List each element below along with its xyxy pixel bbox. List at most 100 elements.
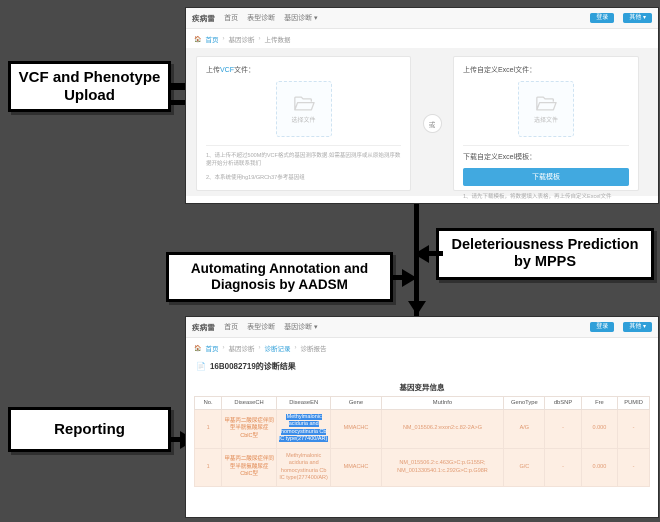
login-button[interactable]: 登录 bbox=[590, 13, 615, 23]
report-breadcrumb: 🏠 首页 › 基因诊断 › 诊断记录 › 诊断报告 bbox=[186, 338, 658, 357]
cell-diseasech: 甲基丙二酸尿症伴同型半胱氨酸尿症CblC型 bbox=[221, 447, 277, 488]
callout-reporting: Reporting bbox=[8, 407, 171, 452]
cell-no: 1 bbox=[193, 447, 223, 488]
breadcrumb-item-gene-diagnosis[interactable]: 基因诊断 bbox=[228, 343, 254, 353]
nav-item-gene-diagnosis[interactable]: 基因诊断 ▾ bbox=[284, 13, 317, 23]
report-browser-window: 疾病雷 首页 表型诊断 基因诊断 ▾ 登录 其他 ▾ 🏠 首页 › 基因诊断 ›… bbox=[186, 317, 658, 517]
breadcrumb-item-home[interactable]: 首页 bbox=[205, 343, 218, 353]
cell-dbsnp: - bbox=[544, 447, 582, 488]
folder-open-icon bbox=[293, 95, 315, 111]
brand-logo[interactable]: 疾病雷 bbox=[192, 13, 215, 24]
breadcrumb-separator: › bbox=[258, 36, 261, 42]
excel-note-1: 1、请先下载模板，将数据填入表格，再上传自定义Excel文件 bbox=[463, 194, 612, 200]
excel-dropzone-label: 选择文件 bbox=[533, 117, 558, 124]
vcf-label-highlight: VCF bbox=[220, 67, 234, 74]
page-title: 16B0082719的诊断结果 bbox=[209, 362, 296, 371]
cell-pumid: - bbox=[617, 409, 650, 449]
gene-variant-table: No. DiseaseCH DiseaseEN Gene MutInfo Gen… bbox=[193, 396, 650, 488]
or-label: 或 bbox=[422, 114, 442, 133]
callout-vcf-phenotype-upload: VCF and Phenotype Upload bbox=[8, 61, 171, 112]
column-header-gene[interactable]: Gene bbox=[330, 396, 382, 410]
excel-dropzone[interactable]: 选择文件 bbox=[518, 81, 574, 137]
callout-aadsm-label: Automating Annotation and Diagnosis by A… bbox=[190, 261, 369, 292]
other-menu-button[interactable]: 其他 ▾ bbox=[623, 322, 652, 332]
column-header-diseasech[interactable]: DiseaseCH bbox=[221, 396, 277, 410]
cell-gene: MMACHC bbox=[330, 409, 382, 449]
vcf-dropzone[interactable]: 选择文件 bbox=[275, 81, 332, 137]
vcf-note-1: 1、请上传不超过500M的VCF格式的基因测序数据.如需基因测序或从原始测序数据… bbox=[206, 153, 401, 168]
callout-mpps-label: Deleteriousness Prediction by MPPS bbox=[451, 237, 639, 270]
breadcrumb-item-upload-data: 上传数据 bbox=[264, 37, 291, 44]
report-page-body: 📄 16B0082719的诊断结果 基因变异信息 No. DiseaseCH D… bbox=[186, 361, 658, 488]
cell-genotype: A/G bbox=[503, 409, 546, 449]
excel-panel-divider bbox=[463, 145, 629, 146]
cell-pumid: - bbox=[617, 447, 650, 488]
breadcrumb-separator: › bbox=[222, 36, 225, 42]
upload-browser-window: 疾病雷 首页 表型诊断 基因诊断 ▾ 登录 其他 ▾ 🏠 首页 › 基因诊断 ›… bbox=[186, 8, 658, 203]
vcf-label-suffix: 文件： bbox=[234, 67, 255, 74]
download-template-button[interactable]: 下载模板 bbox=[463, 168, 629, 186]
document-icon: 📄 bbox=[196, 362, 206, 371]
column-header-no[interactable]: No. bbox=[193, 396, 223, 410]
column-header-dbsnp[interactable]: dbSNP bbox=[544, 396, 582, 410]
callout-aadsm: Automating Annotation and Diagnosis by A… bbox=[166, 252, 393, 302]
login-button[interactable]: 登录 bbox=[590, 322, 615, 332]
vcf-panel-divider bbox=[206, 145, 401, 146]
cell-diseaseen[interactable]: Methylmalonic aciduria and homocystinuri… bbox=[275, 409, 332, 449]
table-header-row: No. DiseaseCH DiseaseEN Gene MutInfo Gen… bbox=[193, 396, 650, 410]
upload-breadcrumb: 🏠 首页 › 基因诊断 › 上传数据 bbox=[186, 29, 658, 48]
cell-diseasech: 甲基丙二酸尿症伴同型半胱氨酸尿症CblC型 bbox=[221, 409, 277, 449]
excel-template-label: 下载自定义Excel模板： bbox=[463, 154, 537, 161]
breadcrumb-item-home[interactable]: 首页 bbox=[205, 34, 218, 44]
breadcrumb-separator: › bbox=[258, 345, 261, 351]
nav-item-home[interactable]: 首页 bbox=[224, 13, 238, 23]
cell-dbsnp: - bbox=[544, 409, 582, 449]
callout-upload-label: VCF and Phenotype Upload bbox=[18, 69, 161, 104]
breadcrumb-separator: › bbox=[222, 345, 225, 351]
report-title-row: 📄 16B0082719的诊断结果 bbox=[196, 361, 650, 372]
or-separator: 或 bbox=[415, 56, 449, 191]
nav-item-phenotype-diagnosis[interactable]: 表型诊断 bbox=[247, 322, 275, 332]
other-menu-button[interactable]: 其他 ▾ bbox=[623, 13, 652, 23]
arrow-to-report-shaft bbox=[414, 303, 419, 317]
cell-no: 1 bbox=[193, 409, 223, 449]
report-navbar: 疾病雷 首页 表型诊断 基因诊断 ▾ 登录 其他 ▾ bbox=[186, 317, 658, 338]
column-header-genotype[interactable]: GenoType bbox=[503, 396, 546, 410]
breadcrumb-item-diagnosis-report: 诊断报告 bbox=[300, 346, 327, 353]
cell-mutinfo: NM_015506.2:exon2:c.82-2A>G bbox=[380, 409, 505, 449]
folder-open-icon bbox=[536, 95, 557, 111]
column-header-pumid[interactable]: PUMID bbox=[617, 396, 650, 410]
home-icon: 🏠 bbox=[194, 345, 202, 352]
cell-fre: 0.000 bbox=[580, 409, 619, 449]
vcf-upload-label: 上传VCF文件： bbox=[206, 65, 401, 75]
table-row[interactable]: 1 甲基丙二酸尿症伴同型半胱氨酸尿症CblC型 Methylmalonic ac… bbox=[193, 447, 650, 488]
excel-upload-panel: 上传自定义Excel文件： 选择文件 下载自定义Excel模板： 下载模板 1、… bbox=[453, 56, 639, 200]
breadcrumb-item-diagnosis-records[interactable]: 诊断记录 bbox=[264, 343, 290, 353]
selected-text: Methylmalonic aciduria and homocystinuri… bbox=[279, 414, 329, 443]
table-row[interactable]: 1 甲基丙二酸尿症伴同型半胱氨酸尿症CblC型 Methylmalonic ac… bbox=[193, 409, 650, 449]
cell-diseaseen: Methylmalonic aciduria and homocystinuri… bbox=[275, 447, 332, 488]
column-header-mutinfo[interactable]: MutInfo bbox=[380, 396, 505, 410]
nav-item-gene-diagnosis[interactable]: 基因诊断 ▾ bbox=[284, 322, 317, 332]
cell-genotype: G/C bbox=[503, 447, 546, 488]
callout-mpps: Deleteriousness Prediction by MPPS bbox=[436, 228, 654, 280]
vcf-note-2: 2、本系统使用hg19/GRCh37参考基因组 bbox=[206, 174, 305, 181]
brand-logo[interactable]: 疾病雷 bbox=[192, 322, 215, 333]
arrow-aadsm-head bbox=[402, 269, 417, 287]
arrow-mpps-shaft bbox=[429, 251, 443, 256]
column-header-fre[interactable]: Fre bbox=[580, 396, 619, 410]
cell-gene: MMACHC bbox=[330, 447, 382, 488]
arrow-mpps-head bbox=[414, 245, 429, 263]
callout-reporting-label: Reporting bbox=[54, 420, 125, 438]
excel-upload-label: 上传自定义Excel文件： bbox=[463, 67, 537, 74]
cell-fre: 0.000 bbox=[580, 447, 619, 488]
column-header-diseaseen[interactable]: DiseaseEN bbox=[275, 396, 332, 410]
vcf-upload-panel: 上传VCF文件： 选择文件 1、请上传不超过500M的VCF格式的基因测序数据.… bbox=[196, 56, 411, 191]
upload-navbar: 疾病雷 首页 表型诊断 基因诊断 ▾ 登录 其他 ▾ bbox=[186, 8, 658, 29]
nav-item-home[interactable]: 首页 bbox=[224, 322, 238, 332]
home-icon: 🏠 bbox=[194, 36, 202, 43]
nav-item-phenotype-diagnosis[interactable]: 表型诊断 bbox=[247, 13, 275, 23]
breadcrumb-item-gene-diagnosis[interactable]: 基因诊断 bbox=[228, 34, 254, 44]
cell-mutinfo: NM_015506.2:c.463G>C:p.G155R; NM_0013305… bbox=[380, 447, 505, 488]
vcf-dropzone-label: 选择文件 bbox=[291, 117, 316, 124]
